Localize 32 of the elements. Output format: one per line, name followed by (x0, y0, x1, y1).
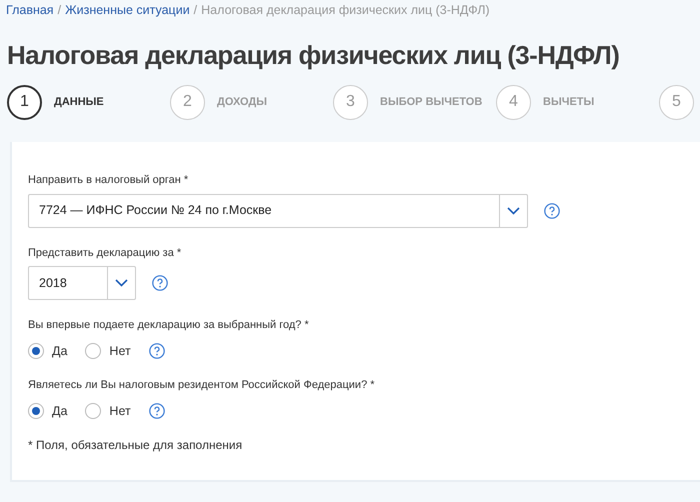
radio-button[interactable] (28, 342, 44, 359)
select-field[interactable]: 2018 (28, 266, 136, 300)
required-note: * Поля, обязательные для заполнения (28, 436, 244, 454)
help-icon[interactable] (152, 275, 168, 291)
radio-option[interactable]: Нет (85, 342, 131, 360)
help-icon[interactable] (148, 342, 165, 359)
step-label: ВЫБОР ВЫЧЕТОВ (380, 94, 482, 110)
chevron-down-icon (115, 279, 128, 287)
field-label: Представить декларацию за * (28, 246, 182, 260)
radio-option[interactable]: Да (28, 402, 68, 420)
radio-option[interactable]: Нет (85, 402, 131, 420)
step-label: ВЫЧЕТЫ (543, 94, 594, 110)
page-title: Налоговая декларация физических лиц (3-НДФЛ) (7, 40, 620, 72)
breadcrumb-separator: / (194, 3, 198, 17)
step-label: ДАННЫЕ (54, 94, 104, 110)
radio-button[interactable] (85, 403, 102, 420)
radio-option[interactable]: Да (28, 342, 68, 360)
step-number[interactable]: 1 (7, 84, 42, 120)
field-label: Направить в налоговый орган * (28, 173, 190, 188)
breadcrumb-current: Налоговая декларация физических лиц (3-НДФЛ) (201, 3, 490, 17)
step-label: ДОХОДЫ (217, 94, 268, 110)
help-icon[interactable] (544, 202, 560, 218)
field-label: Являетесь ли Вы налоговым резидентом Российской Федерации? * (28, 378, 376, 394)
radio-button[interactable] (28, 403, 44, 420)
breadcrumb-link[interactable]: Жизненные ситуации (65, 3, 190, 17)
breadcrumb-separator: / (58, 3, 62, 17)
chevron-down-icon (507, 206, 520, 214)
select-field[interactable]: 7724 — ИФНС России № 24 по г.Москве (28, 194, 528, 228)
field-label: Вы впервые подаете декларацию за выбранный год? * (28, 318, 310, 333)
help-icon[interactable] (148, 403, 165, 420)
radio-button[interactable] (85, 342, 102, 359)
breadcrumb-link[interactable]: Главная (6, 3, 54, 17)
